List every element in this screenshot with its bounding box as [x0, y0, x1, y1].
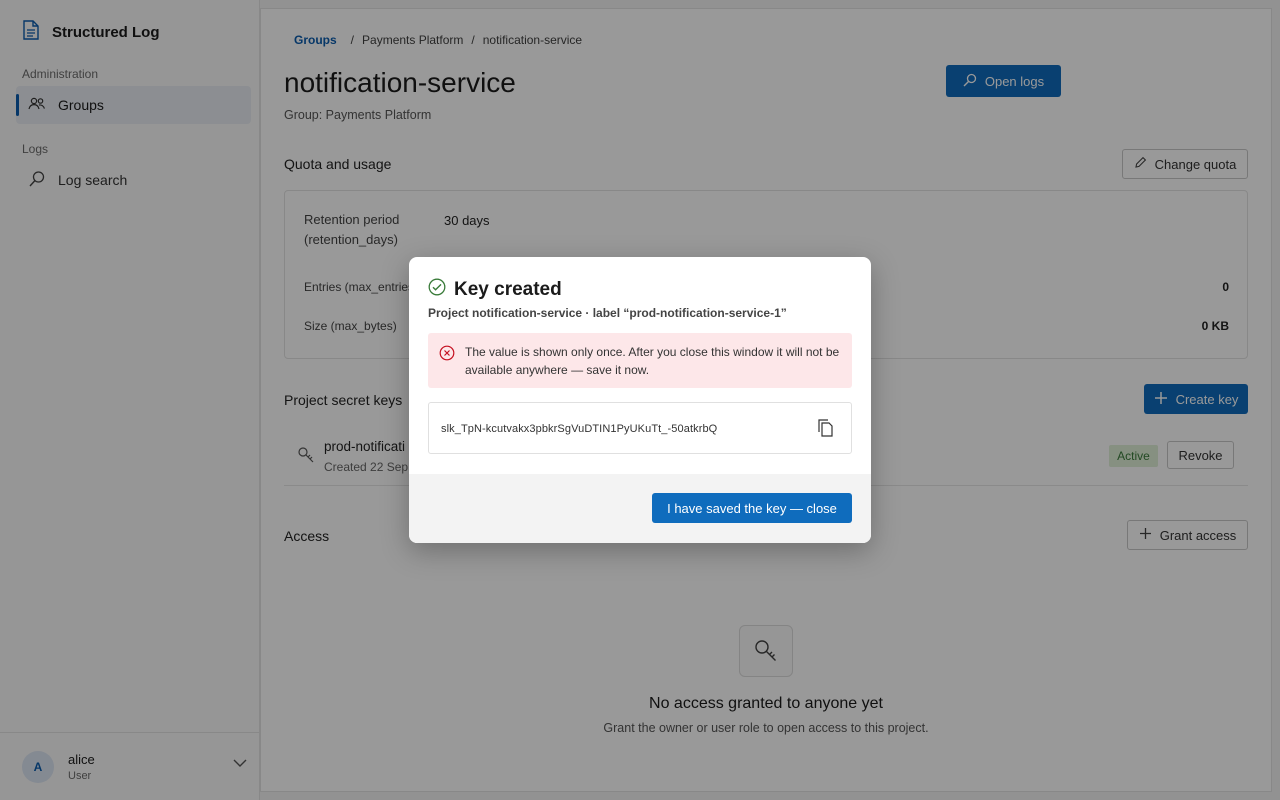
- dialog-header: Key created: [428, 278, 562, 301]
- secret-key-box: slk_TpN-kcutvakx3pbkrSgVuDTIN1PyUKuTt_-5…: [428, 402, 852, 454]
- dialog-footer: I have saved the key — close: [409, 474, 871, 543]
- secret-key-value[interactable]: slk_TpN-kcutvakx3pbkrSgVuDTIN1PyUKuTt_-5…: [441, 423, 717, 435]
- check-circle-icon: [428, 278, 446, 301]
- dialog-subtitle: Project notification-service · label “pr…: [428, 306, 787, 320]
- warning-text: The value is shown only once. After you …: [465, 345, 840, 377]
- saved-key-close-button[interactable]: I have saved the key — close: [652, 493, 852, 523]
- copy-button[interactable]: [815, 419, 835, 439]
- dialog-title: Key created: [454, 278, 562, 300]
- warning-alert: The value is shown only once. After you …: [428, 333, 852, 388]
- copy-icon: [817, 419, 833, 440]
- key-created-dialog: Key created Project notification-service…: [409, 257, 871, 543]
- error-circle-icon: [439, 345, 455, 366]
